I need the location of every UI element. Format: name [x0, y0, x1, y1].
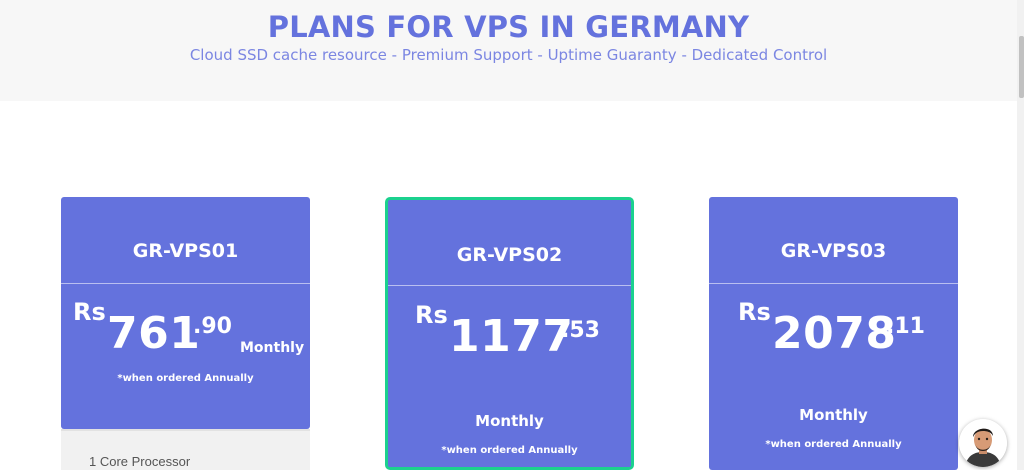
avatar-illustration: [959, 419, 1007, 467]
plan-card-gr-vps02[interactable]: GR-VPS02 Rs 1177 .53 Monthly *when order…: [385, 197, 634, 470]
scrollbar-thumb[interactable]: [1019, 36, 1024, 98]
support-agent-avatar-icon[interactable]: [959, 419, 1007, 467]
price-period: Monthly: [475, 412, 544, 430]
price-cents: .90: [193, 314, 232, 339]
plan-name: GR-VPS01: [132, 240, 239, 262]
plan-card-gr-vps01[interactable]: GR-VPS01 Rs 761 .90 Monthly *when ordere…: [61, 197, 310, 429]
page-subtitle: Cloud SSD cache resource - Premium Suppo…: [189, 46, 828, 64]
price-amount: 761: [107, 308, 201, 359]
page-header: PLANS FOR VPS IN GERMANY Cloud SSD cache…: [0, 0, 1017, 101]
plan-card-gr-vps03[interactable]: GR-VPS03 Rs 2078 .11 Monthly *when order…: [709, 197, 958, 470]
price-note: *when ordered Annually: [765, 439, 902, 450]
price-cents: .11: [886, 314, 925, 339]
price-note: *when ordered Annually: [441, 445, 578, 456]
price-amount: 1177: [449, 311, 574, 362]
price-amount: 2078: [772, 308, 897, 359]
price-currency: Rs: [73, 298, 106, 326]
price-currency: Rs: [738, 298, 771, 326]
plan-name: GR-VPS02: [456, 244, 563, 266]
price-period: Monthly: [240, 340, 305, 356]
price-note: *when ordered Annually: [117, 373, 254, 384]
plan-divider: [709, 283, 958, 284]
price-period: Monthly: [799, 406, 868, 424]
plan-divider: [61, 283, 310, 284]
plan-features-gr-vps01: 1 Core Processor: [61, 429, 310, 470]
price-cents: .53: [561, 318, 600, 343]
plan-name: GR-VPS03: [780, 240, 887, 262]
feature-item: 1 Core Processor: [89, 454, 191, 469]
plan-divider: [388, 285, 631, 286]
page-title: PLANS FOR VPS IN GERMANY: [267, 10, 750, 44]
price-currency: Rs: [415, 301, 448, 329]
scrollbar[interactable]: [1017, 0, 1024, 470]
